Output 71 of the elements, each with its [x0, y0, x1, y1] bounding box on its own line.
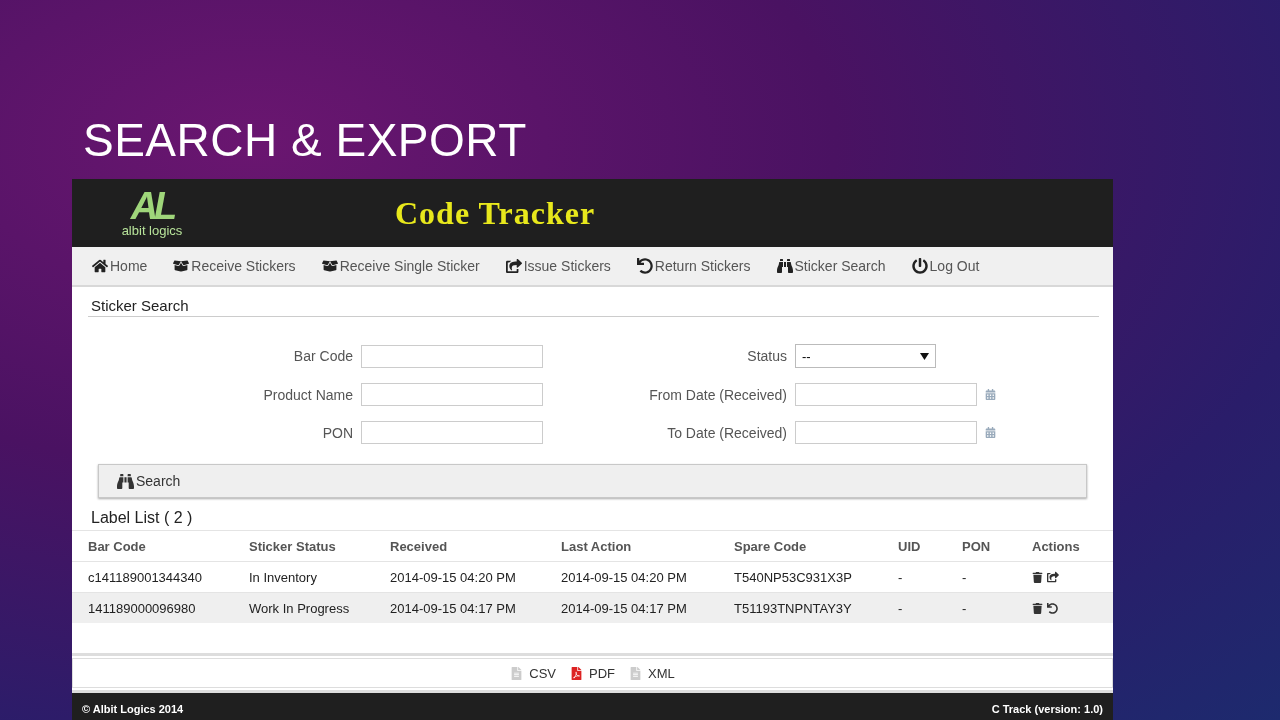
table-cell-text: In Inventory — [249, 569, 318, 585]
table-cell-text: c141189001344340 — [88, 569, 203, 585]
calendar-icon[interactable] — [985, 427, 996, 438]
table-cell-text: 2014-09-15 04:17 PM — [561, 600, 688, 616]
box-icon — [321, 258, 338, 274]
binoculars-icon — [117, 472, 134, 490]
binoculars-icon — [776, 258, 793, 274]
document-icon — [629, 666, 642, 680]
table-cell-text: - — [962, 600, 968, 616]
status-select[interactable]: -- — [795, 344, 936, 368]
input-field[interactable] — [361, 383, 543, 406]
table-cell-text: 2014-09-15 04:17 PM — [390, 600, 517, 616]
nav-link[interactable]: Issue Stickers — [505, 258, 611, 274]
logo-mark: AL — [130, 188, 174, 224]
undo-icon — [636, 258, 653, 274]
table-cell-text: - — [962, 569, 968, 585]
calendar-icon[interactable] — [985, 389, 996, 400]
home-icon — [92, 258, 108, 274]
slide-title: SEARCH & EXPORT — [83, 113, 528, 168]
column-header: UID — [898, 538, 922, 554]
share-icon[interactable] — [1047, 571, 1059, 583]
nav-link[interactable]: Receive Single Sticker — [321, 258, 480, 274]
copyright-text: © Albit Logics 2014 — [82, 703, 184, 715]
field-label: Status — [746, 348, 787, 364]
table-cell-text: - — [898, 600, 904, 616]
table-cell-text: - — [898, 569, 904, 585]
search-button[interactable]: Search — [98, 464, 1087, 498]
nav-link[interactable]: Receive Stickers — [173, 258, 296, 274]
date-field[interactable] — [795, 421, 977, 444]
trash-icon[interactable] — [1032, 602, 1043, 614]
nav-link[interactable]: Home — [92, 258, 148, 274]
column-header: Sticker Status — [249, 538, 337, 554]
nav-link[interactable]: Sticker Search — [776, 258, 886, 274]
input-field[interactable] — [361, 421, 543, 444]
field-label: To Date (Received) — [666, 424, 787, 441]
logo-text: albit logics — [121, 224, 183, 238]
table-cell-text: 2014-09-15 04:20 PM — [390, 569, 517, 585]
table-cell-text: 2014-09-15 04:20 PM — [561, 569, 688, 585]
field-label: Product Name — [262, 386, 353, 403]
table-cell-text: 141189000096980 — [88, 600, 197, 616]
caret-icon — [920, 352, 929, 360]
table-cell-text: Work In Progress — [249, 600, 351, 616]
table-cell-text: T540NP53C931X3P — [734, 569, 853, 585]
column-header: PON — [962, 538, 992, 554]
field-label: PON — [321, 424, 353, 441]
column-header: Last Action — [561, 538, 633, 554]
export-link[interactable]: PDF — [570, 665, 615, 681]
undo-icon[interactable] — [1047, 602, 1058, 614]
column-header: Actions — [1032, 538, 1081, 554]
column-header: Spare Code — [734, 538, 808, 554]
pdf-icon — [570, 666, 583, 680]
power-icon — [911, 258, 928, 274]
export-link[interactable]: CSV — [510, 665, 556, 681]
input-field[interactable] — [361, 344, 543, 368]
section-title: Sticker Search — [88, 297, 1099, 317]
date-field[interactable] — [795, 383, 977, 406]
document-icon — [510, 666, 524, 680]
column-header: Bar Code — [88, 538, 147, 554]
box-icon — [173, 258, 190, 274]
version-text: C Track (version: 1.0) — [991, 703, 1103, 715]
field-label: From Date (Received) — [648, 386, 787, 403]
list-title: Label List ( 2 ) — [91, 509, 194, 527]
column-header: Received — [390, 538, 449, 554]
table-cell-text: T51193TNPNTAY3Y — [734, 600, 853, 616]
field-label: Bar Code — [292, 348, 353, 364]
app-title: Code Tracker — [395, 194, 596, 232]
share-icon — [505, 258, 522, 274]
export-link[interactable]: XML — [629, 665, 675, 681]
trash-icon[interactable] — [1032, 571, 1043, 583]
nav-link[interactable]: Log Out — [911, 258, 980, 274]
nav-link[interactable]: Return Stickers — [636, 258, 751, 274]
